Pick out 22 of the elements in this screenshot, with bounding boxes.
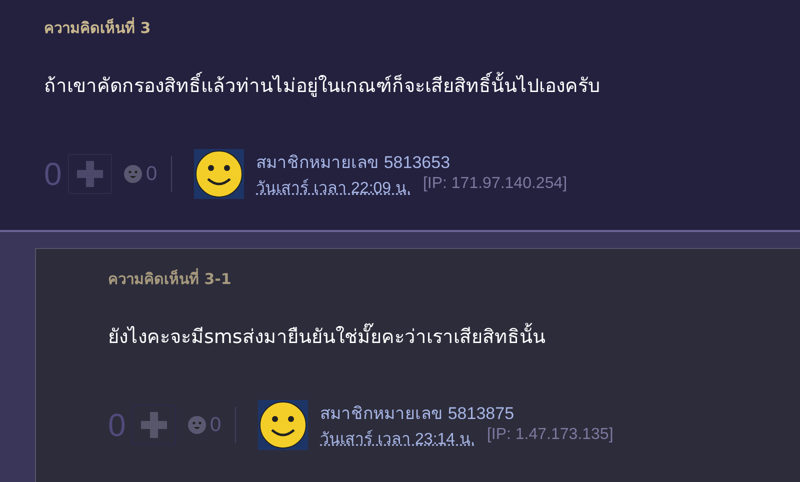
emotion-face-icon[interactable] xyxy=(124,165,142,183)
plus-button[interactable] xyxy=(68,154,112,194)
plus-icon xyxy=(77,161,103,187)
time-link[interactable]: วันเสาร์ เวลา 22:09 น. xyxy=(256,175,411,200)
smiley-avatar xyxy=(194,149,244,199)
member-link[interactable]: สมาชิกหมายเลข 5813653 xyxy=(256,148,568,175)
ip-address: [IP: 1.47.173.135] xyxy=(486,426,614,445)
emotion-count: 0 xyxy=(210,414,222,436)
member-link[interactable]: สมาชิกหมายเลข 5813875 xyxy=(320,399,614,426)
comment-text: ถ้าเขาคัดกรองสิทธิ์แล้วท่านไม่อยู่ในเกณฑ์ก็จะเสียสิทธิ์นั้นไปเองครับ xyxy=(44,70,800,100)
comment-text: ยังไงคะจะมีsmsส่งมายืนยันใช่มั๊ยคะว่าเราเสียสิทธินั้น xyxy=(108,321,800,351)
plus-icon xyxy=(141,412,167,438)
vote-count: 0 xyxy=(44,156,63,192)
comment-number: ความคิดเห็นที่ 3 xyxy=(44,16,152,39)
smiley-avatar xyxy=(258,400,308,450)
ip-address: [IP: 171.97.140.254] xyxy=(422,175,568,194)
time-link[interactable]: วันเสาร์ เวลา 23:14 น. xyxy=(320,426,475,451)
comment-number: ความคิดเห็นที่ 3-1 xyxy=(108,267,232,290)
plus-button[interactable] xyxy=(132,405,176,445)
emotion-count: 0 xyxy=(146,162,158,186)
emotion-face-icon[interactable] xyxy=(188,416,206,434)
vote-count: 0 xyxy=(108,406,127,444)
